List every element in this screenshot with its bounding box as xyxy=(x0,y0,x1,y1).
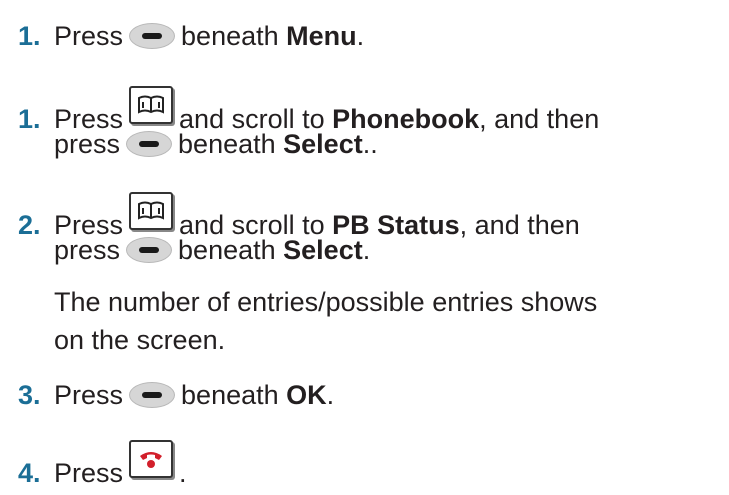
step-number: 3. xyxy=(18,380,41,410)
step-text: beneath xyxy=(178,129,276,159)
softkey-icon xyxy=(129,382,176,408)
step-1: 1. Press beneath Menu. xyxy=(18,16,364,56)
step-text: beneath xyxy=(181,380,279,410)
step-punct: . xyxy=(362,235,371,265)
step-punct: . xyxy=(179,458,187,488)
step-punct: . xyxy=(356,21,365,51)
end-call-key-icon xyxy=(129,440,174,478)
phonebook-key-icon xyxy=(129,192,174,230)
step-text: , and then xyxy=(459,210,580,240)
step-keyword: Menu xyxy=(286,21,357,51)
step-text: Press xyxy=(54,380,124,410)
step-text: beneath xyxy=(178,235,276,265)
softkey-icon xyxy=(129,23,176,49)
step-text: Press xyxy=(54,458,124,488)
step-punct: . xyxy=(326,380,335,410)
step-text: , and then xyxy=(479,104,600,134)
step-punct: .. xyxy=(362,129,378,159)
step-3: 3. Press beneath OK. xyxy=(18,375,334,415)
step-keyword: Select xyxy=(283,235,363,265)
softkey-icon xyxy=(126,131,173,157)
step-text: Press xyxy=(54,21,124,51)
step-number: 4. xyxy=(18,458,41,488)
step-number: 1. xyxy=(18,21,41,51)
phonebook-key-icon xyxy=(129,86,174,124)
step-text: beneath xyxy=(181,21,279,51)
note-line-2: on the screen. xyxy=(54,325,226,355)
step-text: press xyxy=(54,235,121,265)
step-keyword: Select xyxy=(283,129,363,159)
softkey-icon xyxy=(126,237,173,263)
note-line-1: The number of entries/possible entries s… xyxy=(54,287,598,317)
step-text: press xyxy=(54,129,121,159)
step-4: 4. Press . xyxy=(18,440,187,493)
step-keyword: OK xyxy=(286,380,327,410)
step-2-line2: press beneath Select. xyxy=(18,230,370,270)
step-1b-line2: press beneath Select.. xyxy=(18,124,378,164)
